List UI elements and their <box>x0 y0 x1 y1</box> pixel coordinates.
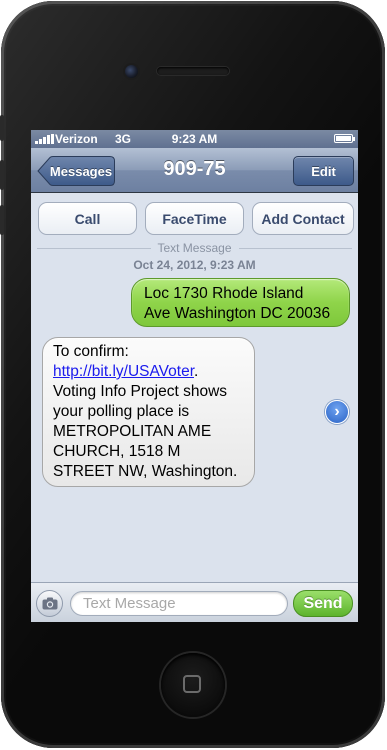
usavoter-link[interactable]: http://bit.ly/USAVoter <box>53 363 194 380</box>
incoming-message-line: your polling place is <box>53 403 190 420</box>
add-contact-button[interactable]: Add Contact <box>252 202 354 235</box>
contact-actions: Call FaceTime Add Contact <box>31 193 358 239</box>
message-input[interactable] <box>70 591 288 616</box>
mute-switch[interactable] <box>0 115 4 141</box>
camera-button[interactable] <box>36 590 63 617</box>
link-suffix: . <box>194 363 199 380</box>
outgoing-message-line: Ave Washington DC 20036 <box>144 305 331 322</box>
earpiece-speaker <box>157 67 229 75</box>
send-button[interactable]: Send <box>293 590 353 617</box>
thread-type-label: Text Message <box>157 241 232 255</box>
battery-icon <box>334 134 355 143</box>
incoming-message-line: METROPOLITAN AME <box>53 423 212 440</box>
incoming-message-bubble[interactable]: To confirm: http://bit.ly/USAVoter. Voti… <box>42 337 255 487</box>
volume-up-button[interactable] <box>0 160 4 190</box>
volume-down-button[interactable] <box>0 205 4 235</box>
edit-button[interactable]: Edit <box>293 156 354 186</box>
status-bar: Verizon 3G 9:23 AM <box>31 130 358 148</box>
outgoing-message-line: Loc 1730 Rhode Island <box>144 285 304 302</box>
incoming-message-line: STREET NW, Washington. <box>53 463 238 480</box>
call-button[interactable]: Call <box>38 202 137 235</box>
disclosure-chevron-icon[interactable]: › <box>325 400 349 424</box>
screen: Verizon 3G 9:23 AM Messages 909-75 Edit … <box>31 130 358 622</box>
incoming-message-line: CHURCH, 1518 M <box>53 443 181 460</box>
thread-timestamp: Oct 24, 2012, 9:23 AM <box>133 258 256 272</box>
status-time: 9:23 AM <box>171 132 218 146</box>
incoming-link-line: http://bit.ly/USAVoter. <box>53 362 246 382</box>
camera-icon <box>42 597 57 610</box>
facetime-button[interactable]: FaceTime <box>145 202 244 235</box>
front-camera <box>125 65 138 78</box>
home-button-square-icon <box>183 675 201 693</box>
messages-back-button[interactable]: Messages <box>37 156 115 186</box>
incoming-message-lead: To confirm: <box>53 343 129 360</box>
incoming-message-line: Voting Info Project shows <box>53 383 228 400</box>
navigation-bar: Messages 909-75 Edit <box>31 148 358 193</box>
outgoing-message-bubble[interactable]: Loc 1730 Rhode Island Ave Washington DC … <box>131 278 350 327</box>
composer-bar: Send <box>31 582 358 622</box>
